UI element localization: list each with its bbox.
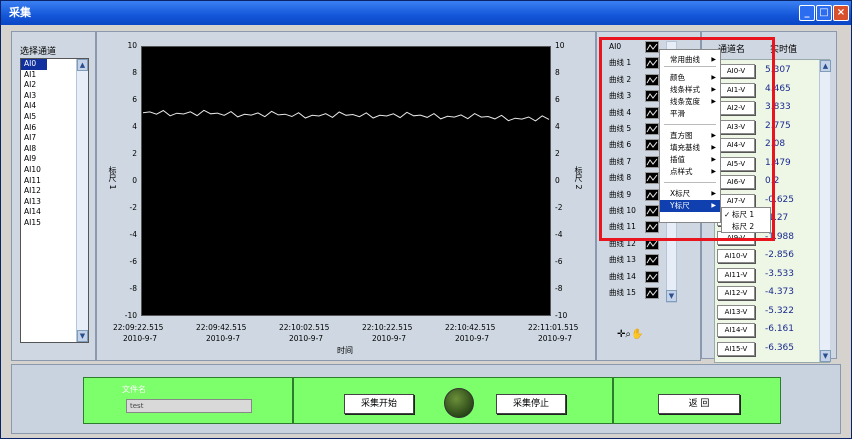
title-bar: 采集 _ □ ×	[1, 1, 851, 25]
x-tick-date: 2010-9-7	[538, 334, 573, 343]
y-tick-right: 4	[555, 122, 560, 131]
action-box: 采集开始 采集停止	[293, 377, 613, 424]
realtime-value: -6.365	[765, 342, 795, 353]
x-tick-time: 22:11:01.515	[528, 323, 579, 332]
legend-item[interactable]: 曲线 15	[597, 285, 677, 301]
file-box: 文件名 test	[83, 377, 293, 424]
channel-name-cell[interactable]: AI10-V	[717, 249, 755, 263]
legend-item[interactable]: 曲线 14	[597, 269, 677, 285]
plot-area[interactable]	[141, 46, 551, 316]
window: 采集 _ □ × 选择通道 AI0 AI1 AI2 AI3 AI4 AI5 AI6 AI7 AI…	[0, 0, 852, 439]
y-tick-right: -4	[555, 230, 563, 239]
curve-swatch-icon[interactable]	[645, 254, 659, 267]
channel-name-cell[interactable]: AI13-V	[717, 304, 755, 319]
y-tick-left: 2	[132, 149, 137, 158]
channel-scrollbar[interactable]: ▲ ▼	[76, 59, 88, 342]
realtime-value: -4.373	[765, 287, 795, 297]
realtime-value: -6.161	[765, 324, 795, 334]
x-tick-time: 22:09:22.515	[113, 323, 164, 332]
x-tick-date: 2010-9-7	[123, 334, 158, 343]
curve-swatch-icon[interactable]	[645, 287, 659, 299]
value-row: AI12-V -4.373	[717, 286, 827, 302]
y-tick-right: 8	[555, 68, 560, 77]
palette-tools[interactable]: ✛⌕✋	[617, 329, 643, 340]
value-row: AI11-V -3.533	[717, 267, 827, 284]
chart-svg	[142, 109, 550, 122]
curve-swatch-icon[interactable]	[645, 270, 659, 283]
y-tick-left: 0	[132, 176, 137, 185]
y-tick-left: 6	[132, 95, 137, 104]
channel-name-cell[interactable]: AI11-V	[717, 267, 755, 282]
channel-scroll-up[interactable]: ▲	[77, 59, 88, 71]
y-tick-left: 8	[132, 68, 137, 77]
y-tick-right: 10	[555, 41, 565, 50]
y-tick-right: 0	[555, 176, 560, 185]
y-tick-right: -2	[555, 203, 563, 212]
value-row: AI10-V -2.856	[717, 249, 827, 265]
y-tick-left: -6	[129, 257, 137, 266]
legend-item[interactable]: 曲线 13	[597, 252, 677, 268]
x-tick-time: 22:10:42.515	[445, 323, 496, 332]
y-tick-right: 6	[555, 95, 560, 104]
y-tick-left: -4	[129, 230, 137, 239]
file-name-input[interactable]: test	[126, 399, 252, 413]
x-tick-date: 2010-9-7	[206, 334, 241, 343]
realtime-value: -3.533	[765, 268, 795, 279]
x-tick-date: 2010-9-7	[455, 334, 490, 343]
stop-button[interactable]: 采集停止	[496, 394, 566, 414]
realtime-value: -5.322	[765, 305, 795, 316]
maximize-button[interactable]: □	[816, 5, 832, 21]
value-row: AI14-V -6.161	[717, 323, 827, 339]
channel-name-cell[interactable]: AI14-V	[717, 323, 755, 337]
y-tick-right: -10	[555, 311, 568, 320]
y-tick-right: -8	[555, 284, 563, 293]
back-box: 返 回	[613, 377, 781, 424]
close-button[interactable]: ×	[833, 5, 849, 21]
highlight-box	[599, 37, 775, 241]
hand-icon[interactable]: ✋	[631, 329, 643, 340]
y-tick-left: 10	[127, 41, 137, 50]
legend-scroll-down[interactable]: ▼	[666, 290, 677, 302]
x-tick-time: 22:10:02.515	[279, 323, 330, 332]
legend-label: 曲线 13	[609, 255, 636, 265]
legend-label: 曲线 14	[609, 271, 636, 281]
y-tick-left: -8	[129, 284, 137, 293]
channel-item[interactable]: AI0	[21, 59, 47, 70]
y-axis-left-label: 标尺 1	[108, 166, 117, 190]
channel-label: 选择通道	[20, 47, 57, 57]
channel-list[interactable]: AI0 AI1 AI2 AI3 AI4 AI5 AI6 AI7 AI8 AI9 AI10 AI11 AI…	[20, 58, 89, 343]
channel-name-cell[interactable]: AI12-V	[717, 286, 755, 300]
x-tick-date: 2010-9-7	[372, 334, 407, 343]
x-axis-label: 时间	[337, 346, 353, 355]
start-button[interactable]: 采集开始	[344, 394, 414, 414]
x-tick-time: 22:09:42.515	[196, 323, 247, 332]
channel-name-cell[interactable]: AI15-V	[717, 341, 755, 356]
y-tick-right: 2	[555, 149, 560, 158]
series-line-ai0	[142, 109, 550, 122]
value-row: AI13-V -5.322	[717, 304, 827, 321]
y-axis-right-label: 标尺 2	[574, 166, 583, 190]
y-tick-left: -2	[129, 203, 137, 212]
channel-scroll-down[interactable]: ▼	[77, 330, 88, 342]
y-tick-left: -10	[124, 311, 137, 320]
x-tick-time: 22:10:22.515	[362, 323, 413, 332]
y-tick-right: -6	[555, 257, 563, 266]
back-button[interactable]: 返 回	[658, 394, 740, 414]
y-tick-left: 4	[132, 122, 137, 131]
file-label: 文件名	[122, 385, 146, 394]
legend-label: 曲线 15	[609, 288, 636, 297]
value-row: AI15-V -6.365	[717, 341, 827, 358]
minimize-button[interactable]: _	[799, 5, 815, 21]
realtime-value: -2.856	[765, 250, 795, 260]
status-led	[444, 388, 474, 418]
x-tick-date: 2010-9-7	[289, 334, 324, 343]
window-title: 采集	[9, 6, 31, 19]
